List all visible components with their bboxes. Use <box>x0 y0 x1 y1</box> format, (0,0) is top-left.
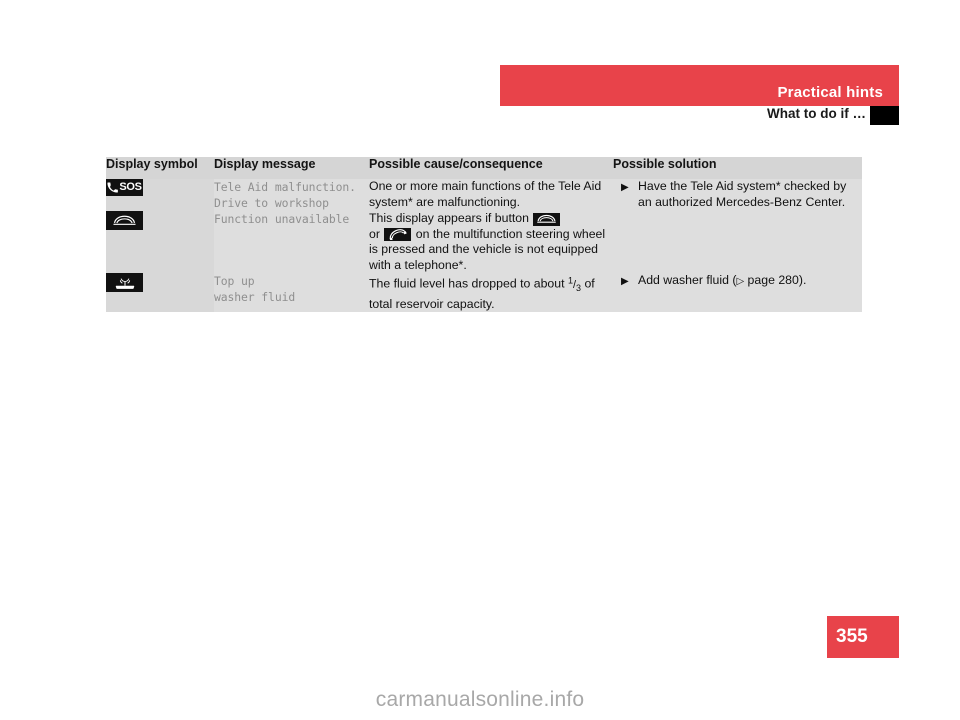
column-header-possible-solution: Possible solution <box>613 157 862 179</box>
sos-label: SOS <box>119 181 142 193</box>
fraction-numerator: 1 <box>567 275 573 286</box>
table-header-row: Display symbol Display message Possible … <box>106 157 862 179</box>
column-header-display-symbol: Display symbol <box>106 157 214 179</box>
solution-text-part2: page 280). <box>744 273 807 288</box>
table-row: SOS Tele Aid malfunction. Drive to works… <box>106 179 862 211</box>
cause-text-part1: This display appears if button <box>369 211 529 225</box>
chapter-header-band: Practical hints <box>500 65 899 106</box>
solution-bullet-item: ▶ Have the Tele Aid system* checked by a… <box>613 179 862 210</box>
table-row: Function unavailable This display appear… <box>106 211 862 274</box>
fraction-denominator: 3 <box>576 283 582 294</box>
cell-display-message: Top up washer fluid <box>214 273 369 313</box>
page-reference-arrow-icon: ▷ <box>736 276 745 288</box>
column-header-possible-cause: Possible cause/consequence <box>369 157 613 179</box>
phone-hang-up-icon <box>533 212 561 226</box>
cell-display-symbol: SOS <box>106 179 214 211</box>
site-watermark: carmanualsonline.info <box>375 688 585 711</box>
section-header: What to do if … <box>500 106 899 126</box>
page-number-badge: 355 <box>827 616 899 658</box>
phone-hang-up-icon <box>106 211 143 230</box>
cell-display-message: Tele Aid malfunction. Drive to workshop <box>214 179 369 211</box>
cell-possible-cause: The fluid level has dropped to about 1/3… <box>369 273 613 313</box>
table-row: Top up washer fluid The fluid level has … <box>106 273 862 313</box>
section-title: What to do if … <box>767 106 866 121</box>
display-messages-table: Display symbol Display message Possible … <box>106 157 862 313</box>
cell-possible-solution <box>613 211 862 274</box>
sos-emergency-call-icon: SOS <box>106 179 143 196</box>
solution-text: Have the Tele Aid system* checked by an … <box>638 179 847 209</box>
phone-pick-up-icon <box>384 227 412 241</box>
bullet-triangle-icon: ▶ <box>621 276 629 288</box>
fraction-one-third: 1/3 <box>567 275 582 294</box>
washer-fluid-icon <box>106 273 143 293</box>
cause-text-part1: The fluid level has dropped to about <box>369 277 565 292</box>
cell-display-symbol <box>106 211 214 274</box>
solution-text-part1: Add washer fluid ( <box>638 273 737 288</box>
column-header-display-message: Display message <box>214 157 369 179</box>
cause-text-part2: or <box>369 226 380 241</box>
cell-possible-solution: ▶ Have the Tele Aid system* checked by a… <box>613 179 862 211</box>
solution-text: Add washer fluid (▷ page 280). <box>638 273 862 290</box>
cell-display-symbol <box>106 273 214 313</box>
cell-possible-solution: ▶ Add washer fluid (▷ page 280). <box>613 273 862 313</box>
solution-bullet-item: ▶ Add washer fluid (▷ page 280). <box>613 273 862 290</box>
cell-display-message: Function unavailable <box>214 211 369 274</box>
cell-possible-cause: One or more main functions of the Tele A… <box>369 179 613 211</box>
cell-possible-cause: This display appears if button or on the… <box>369 211 613 274</box>
bullet-triangle-icon: ▶ <box>621 182 629 193</box>
thumb-index-tab <box>870 106 899 125</box>
chapter-title: Practical hints <box>777 84 883 101</box>
